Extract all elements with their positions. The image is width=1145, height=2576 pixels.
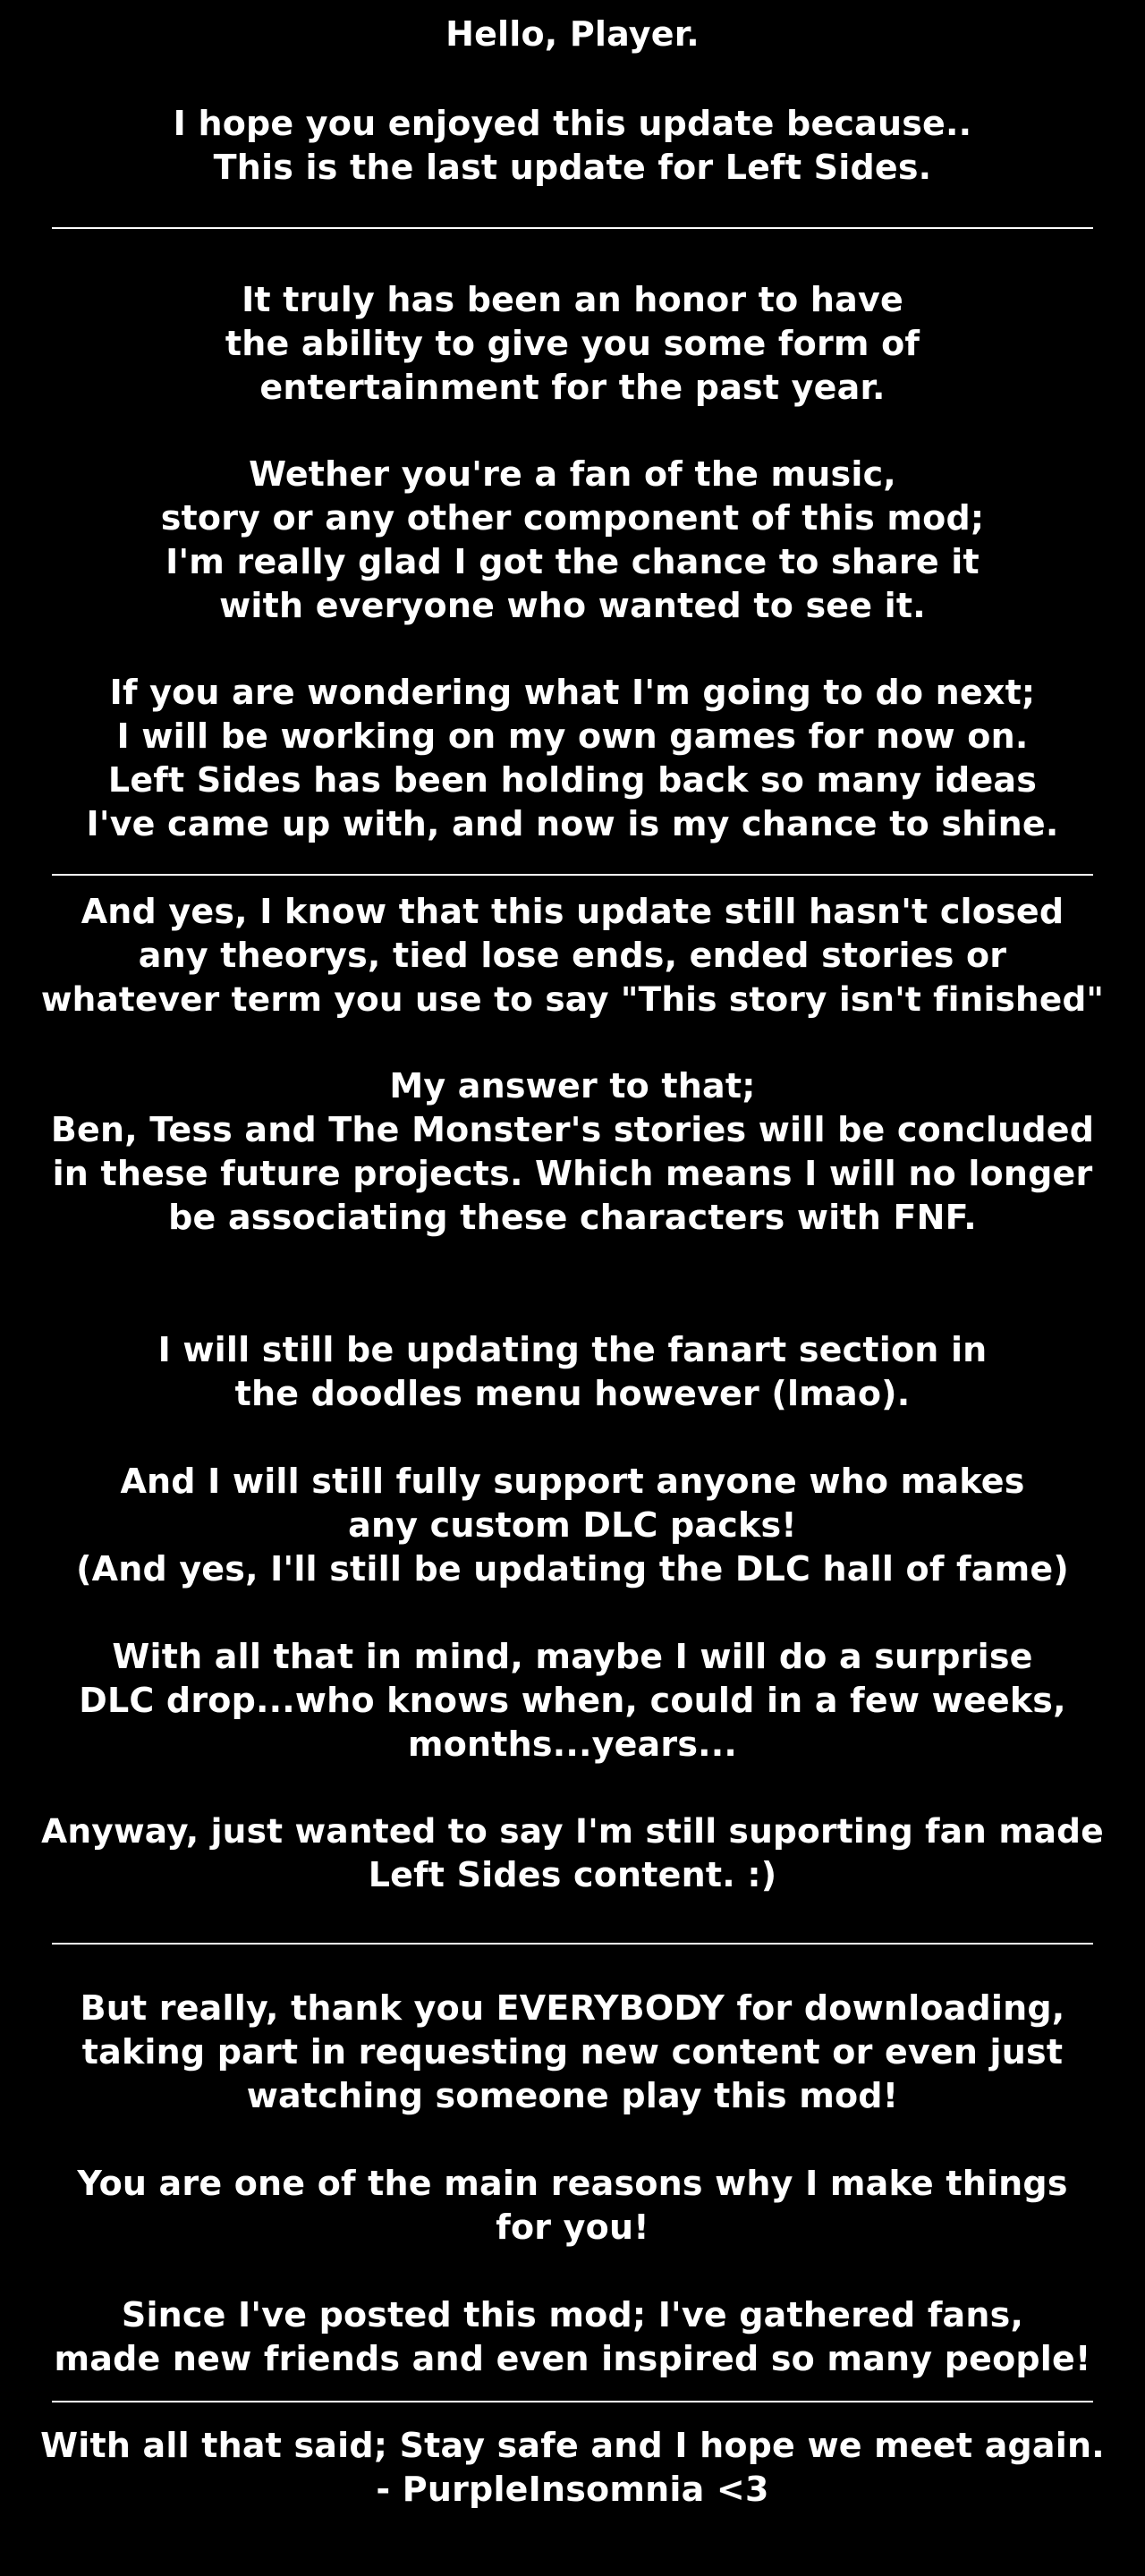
greeting: Hello, Player. (36, 13, 1109, 56)
letter-line: My answer to that; (389, 1066, 756, 1106)
honor-paragraph: It truly has been an honor to have the a… (36, 278, 1109, 410)
letter-line: Anyway, just wanted to say I'm still sup… (41, 1811, 1104, 1851)
letter-line: With all that said; Stay safe and I hope… (40, 2426, 1105, 2465)
letter-line: Wether you're a fan of the music, (249, 454, 896, 494)
sign-off: With all that said; Stay safe and I hope… (36, 2424, 1109, 2512)
answer-paragraph: My answer to that; Ben, Tess and The Mon… (36, 1064, 1109, 1240)
last-update-notice: I hope you enjoyed this update because..… (36, 102, 1109, 190)
letter-line: It truly has been an honor to have (242, 280, 903, 319)
section-divider (52, 1943, 1093, 1945)
fan-paragraph: Wether you're a fan of the music, story … (36, 453, 1109, 628)
thank-you-paragraph: But really, thank you EVERYBODY for down… (36, 1987, 1109, 2118)
letter-line: in these future projects. Which means I … (52, 1154, 1093, 1193)
farewell-letter: Hello, Player. I hope you enjoyed this u… (0, 0, 1145, 2576)
letter-line: Left Sides has been holding back so many… (107, 760, 1038, 800)
letter-line: for you! (496, 2207, 649, 2247)
author-signature: - PurpleInsomnia <3 (376, 2470, 769, 2509)
fanart-paragraph: I will still be updating the fanart sect… (36, 1328, 1109, 1416)
letter-line: And I will still fully support anyone wh… (120, 1462, 1025, 1501)
letter-line: Left Sides content. :) (368, 1855, 777, 1894)
section-divider (52, 874, 1093, 876)
dlc-support-paragraph: And I will still fully support anyone wh… (36, 1460, 1109, 1591)
fan-content-paragraph: Anyway, just wanted to say I'm still sup… (36, 1809, 1109, 1897)
letter-line: the doodles menu however (lmao). (234, 1374, 911, 1413)
letter-line: With all that in mind, maybe I will do a… (112, 1637, 1033, 1676)
letter-line: I will still be updating the fanart sect… (157, 1330, 988, 1369)
letter-line: You are one of the main reasons why I ma… (77, 2164, 1068, 2203)
section-divider (52, 2401, 1093, 2402)
letter-line: (And yes, I'll still be updating the DLC… (76, 1549, 1069, 1589)
letter-line: entertainment for the past year. (259, 368, 886, 407)
letter-line: taking part in requesting new content or… (81, 2032, 1064, 2072)
letter-line: I'm really glad I got the chance to shar… (165, 542, 980, 581)
section-divider (52, 227, 1093, 229)
letter-line: made new friends and even inspired so ma… (54, 2339, 1091, 2378)
fans-gathered-paragraph: Since I've posted this mod; I've gathere… (36, 2293, 1109, 2381)
letter-line: Since I've posted this mod; I've gathere… (121, 2295, 1024, 2334)
letter-line: with everyone who wanted to see it. (219, 586, 926, 625)
letter-line: I hope you enjoyed this update because.. (173, 104, 972, 143)
letter-line: DLC drop...who knows when, could in a fe… (79, 1681, 1066, 1720)
letter-line: be associating these characters with FNF… (168, 1198, 977, 1237)
letter-line: I've came up with, and now is my chance … (86, 804, 1059, 843)
reasons-paragraph: You are one of the main reasons why I ma… (36, 2162, 1109, 2250)
letter-line: months...years... (407, 1724, 738, 1764)
letter-line: If you are wondering what I'm going to d… (109, 673, 1036, 712)
letter-line: whatever term you use to say "This story… (40, 979, 1105, 1019)
letter-line: But really, thank you EVERYBODY for down… (80, 1988, 1065, 2028)
letter-line: watching someone play this mod! (246, 2076, 899, 2115)
letter-line: story or any other component of this mod… (160, 498, 985, 538)
letter-line: And yes, I know that this update still h… (81, 892, 1064, 931)
next-projects-paragraph: If you are wondering what I'm going to d… (36, 671, 1109, 846)
letter-line: I will be working on my own games for no… (116, 716, 1029, 756)
letter-line: the ability to give you some form of (225, 324, 920, 363)
letter-line: Hello, Player. (445, 14, 700, 54)
letter-line: This is the last update for Left Sides. (213, 148, 932, 187)
letter-line: any custom DLC packs! (348, 1505, 797, 1545)
unfinished-story-paragraph: And yes, I know that this update still h… (36, 890, 1109, 1021)
letter-line: any theorys, tied lose ends, ended stori… (138, 936, 1007, 975)
surprise-dlc-paragraph: With all that in mind, maybe I will do a… (36, 1635, 1109, 1767)
letter-line: Ben, Tess and The Monster's stories will… (50, 1110, 1095, 1149)
